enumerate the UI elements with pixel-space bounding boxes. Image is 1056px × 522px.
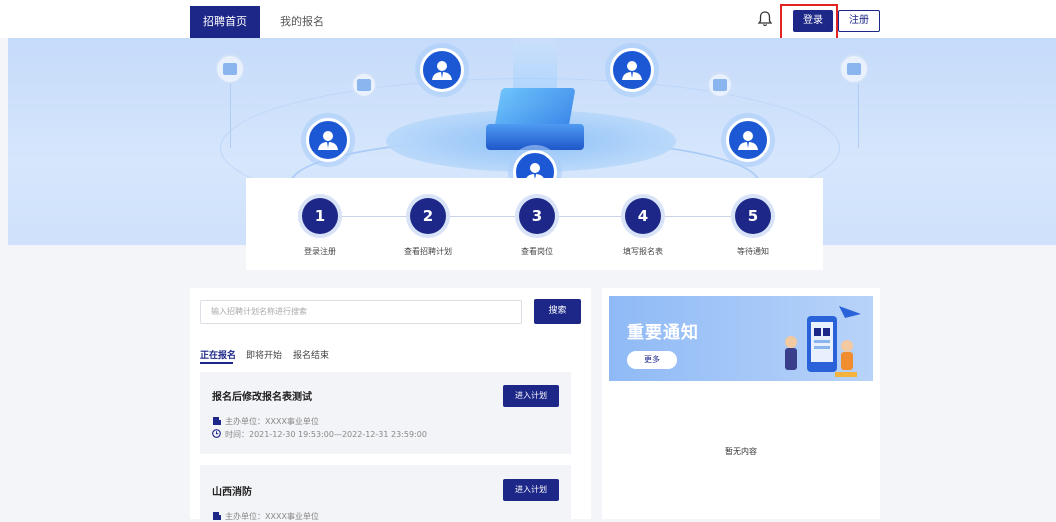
step-label: 查看岗位 [521,247,553,256]
enter-plan-button[interactable]: 进入计划 [503,385,559,407]
top-navbar: 招聘首页 我的报名 登录 注册 [0,0,1056,42]
notice-banner: 重要通知 更多 [609,296,873,381]
document-node-icon [707,72,733,98]
plan-org-text: 主办单位：XXXX事业单位 [225,417,319,426]
cube-icon [494,88,576,128]
notice-panel: 重要通知 更多 暂无内容 [602,288,880,519]
step-1: 1 登录注册 [275,198,365,257]
step-number: 3 [519,198,555,234]
user-avatar-icon [726,118,770,162]
plan-organizer: 主办单位：XXXX事业单位 [212,511,319,522]
clock-icon [212,429,221,438]
document-node-icon [215,54,245,84]
user-avatar-icon [306,118,350,162]
node-stem [230,84,231,148]
plan-title: 山西消防 [212,487,252,498]
empty-notice-text: 暂无内容 [725,447,757,456]
tab-registering[interactable]: 正在报名 [200,348,236,361]
step-label: 填写报名表 [623,247,663,256]
registration-steps: 1 登录注册 2 查看招聘计划 3 查看岗位 4 填写报名表 5 等待通知 [246,178,823,270]
node-stem [858,84,859,148]
search-button[interactable]: 搜索 [534,299,581,324]
notice-title: 重要通知 [627,323,699,343]
document-node-icon [839,54,869,84]
step-label: 等待通知 [737,247,769,256]
step-number: 2 [410,198,446,234]
plan-time: 时间：2021-12-30 19:53:00—2022-12-31 23:59:… [212,429,427,440]
plan-title: 报名后修改报名表测试 [212,392,312,403]
notice-illustration [785,306,861,377]
step-5: 5 等待通知 [708,198,798,257]
building-icon [213,417,221,425]
step-number: 4 [625,198,661,234]
login-button[interactable]: 登录 [793,10,833,32]
step-number: 1 [302,198,338,234]
user-avatar-icon [610,48,654,92]
document-node-icon [351,72,377,98]
recruitment-plans-panel: 输入招聘计划名称进行搜索 搜索 正在报名 即将开始 报名结束 报名后修改报名表测… [190,288,591,522]
step-3: 3 查看岗位 [492,198,582,257]
plan-time-text: 时间：2021-12-30 19:53:00—2022-12-31 23:59:… [225,430,427,439]
active-tab-underline [200,362,233,364]
more-button[interactable]: 更多 [627,351,677,369]
nav-tab-home[interactable]: 招聘首页 [190,6,260,38]
step-label: 查看招聘计划 [404,247,452,256]
user-avatar-icon [420,48,464,92]
plan-org-text: 主办单位：XXXX事业单位 [225,512,319,521]
plan-card: 山西消防 进入计划 主办单位：XXXX事业单位 [200,465,571,522]
register-button[interactable]: 注册 [838,10,880,32]
nav-tab-my-registration[interactable]: 我的报名 [268,6,336,38]
bell-icon[interactable] [756,10,774,28]
search-input[interactable]: 输入招聘计划名称进行搜索 [200,300,522,324]
platform-base [486,124,584,150]
tab-upcoming[interactable]: 即将开始 [246,348,282,361]
enter-plan-button[interactable]: 进入计划 [503,479,559,501]
step-number: 5 [735,198,771,234]
plan-organizer: 主办单位：XXXX事业单位 [212,416,319,427]
tab-ended[interactable]: 报名结束 [293,348,329,361]
step-label: 登录注册 [304,247,336,256]
step-4: 4 填写报名表 [598,198,688,257]
step-2: 2 查看招聘计划 [383,198,473,257]
plan-card: 报名后修改报名表测试 进入计划 主办单位：XXXX事业单位 时间：2021-12… [200,372,571,454]
